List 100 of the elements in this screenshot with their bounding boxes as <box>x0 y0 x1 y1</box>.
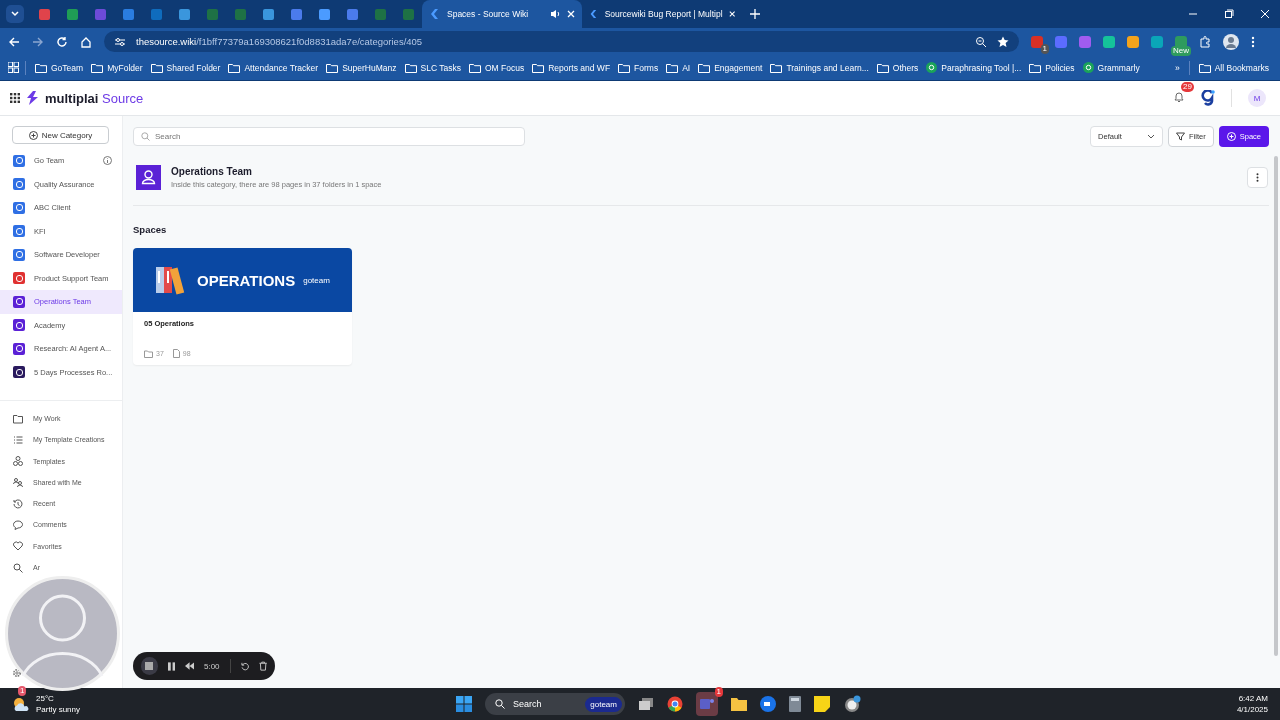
app-grid-icon[interactable] <box>10 93 20 103</box>
profile-avatar[interactable] <box>1223 33 1239 50</box>
folder-icon <box>1029 62 1042 73</box>
section-heading: Spaces <box>133 224 168 235</box>
browser-tab[interactable]: Spaces - Source Wiki <box>422 0 582 28</box>
bookmark[interactable]: Forms <box>615 62 662 73</box>
bookmark[interactable]: SuperHuManz <box>323 62 400 73</box>
folder-icon <box>532 62 545 73</box>
bookmark[interactable]: OM Focus <box>466 62 528 73</box>
restore-icon[interactable] <box>1224 9 1234 19</box>
browser-tab[interactable]: Sourcewiki Bug Report | Multipl <box>582 0 742 28</box>
temperature: 25°C <box>36 693 55 704</box>
folder-icon[interactable] <box>730 697 747 711</box>
speaker-icon[interactable] <box>550 9 561 19</box>
bookmark[interactable]: Policies <box>1026 62 1078 73</box>
taskbar-search[interactable]: Search goteam <box>484 693 625 715</box>
scrollbar[interactable] <box>1274 156 1278 656</box>
person-icon <box>136 165 161 190</box>
address-field[interactable]: thesource.wiki/f1bff77379a169308621f0d8831ada7e/categories/405 <box>104 31 1019 52</box>
calculator-icon[interactable] <box>788 696 801 712</box>
tab-title: Spaces - Source Wiki <box>447 9 530 19</box>
heart-icon <box>13 541 23 552</box>
close-icon[interactable] <box>1260 9 1270 19</box>
extension-icon[interactable] <box>1127 35 1139 48</box>
folder-icon <box>618 62 631 73</box>
extension-icon[interactable] <box>1151 35 1163 48</box>
chrome-icon[interactable] <box>666 696 683 712</box>
folder-icon <box>150 62 163 73</box>
all-bookmarks-button[interactable]: All Bookmarks <box>1195 62 1272 73</box>
search-icon <box>141 132 150 141</box>
bookmark[interactable]: Reports and WF <box>529 62 614 73</box>
g-logo-icon[interactable] <box>1201 90 1215 106</box>
clock[interactable]: 6:42 AM 4/1/2025 <box>1236 693 1268 715</box>
rewind-icon[interactable] <box>184 662 194 670</box>
zoom-icon[interactable] <box>975 35 987 48</box>
bookmark[interactable]: Grammarly <box>1079 62 1143 73</box>
weather-text: Partly sunny <box>36 704 81 715</box>
trash-icon[interactable] <box>258 661 267 671</box>
weather-badge: 1 <box>18 686 27 696</box>
stop-button[interactable] <box>141 657 158 675</box>
bookmark[interactable]: SLC Tasks <box>401 62 464 73</box>
home-icon[interactable] <box>80 35 92 48</box>
back-icon[interactable] <box>8 35 20 48</box>
bookmark[interactable]: AI <box>663 62 694 73</box>
notification-badge: 29 <box>1181 82 1194 92</box>
close-icon[interactable] <box>567 10 575 18</box>
new-tab-icon[interactable] <box>750 9 760 19</box>
tab-search-button[interactable] <box>6 5 24 23</box>
site-icon <box>926 62 938 73</box>
task-view-icon[interactable] <box>637 697 654 711</box>
info-icon[interactable] <box>103 156 112 166</box>
folder-icon <box>326 62 339 73</box>
page-icon <box>172 349 180 358</box>
close-icon[interactable] <box>728 10 735 18</box>
chevron-down-icon <box>11 11 19 17</box>
folder-icon <box>770 62 783 73</box>
extension-badge: New <box>1171 45 1191 56</box>
site-settings-icon[interactable] <box>114 36 126 47</box>
bookmark[interactable]: Engagement <box>695 62 766 73</box>
folder-icon <box>35 62 47 73</box>
space-banner: OPERATIONS goteam <box>133 248 352 312</box>
bookmark[interactable]: Paraphrasing Tool |... <box>923 62 1025 73</box>
apps-icon[interactable] <box>8 62 19 73</box>
tab-title: Sourcewiki Bug Report | Multipl <box>604 9 723 19</box>
sticky-note-icon[interactable] <box>813 696 830 712</box>
folder-icon <box>876 62 889 73</box>
search-highlight: goteam <box>585 696 622 712</box>
windows-icon[interactable] <box>455 696 472 712</box>
bookmark[interactable]: Others <box>873 62 922 73</box>
reload-icon[interactable] <box>56 35 68 48</box>
pause-icon[interactable] <box>167 661 175 671</box>
bookmark[interactable]: Trainings and Learn... <box>767 62 872 73</box>
settings-icon[interactable] <box>12 668 22 678</box>
extension-icon[interactable] <box>1103 35 1115 48</box>
bookmark[interactable]: Shared Folder <box>147 62 224 73</box>
puzzle-icon[interactable] <box>1199 35 1211 48</box>
new-category-button[interactable]: New Category <box>12 126 109 144</box>
user-avatar[interactable]: M <box>1248 89 1266 107</box>
list-icon <box>13 434 23 445</box>
app-icon[interactable] <box>842 695 861 713</box>
folder-icon <box>13 413 23 424</box>
chevron-down-icon <box>1147 134 1156 139</box>
meeting-app-icon[interactable] <box>759 696 776 712</box>
sun-cloud-icon[interactable] <box>12 696 30 712</box>
bookmark[interactable]: Attendance Tracker <box>225 62 322 73</box>
plus-circle-icon <box>1226 132 1236 141</box>
forward-icon[interactable] <box>32 35 44 48</box>
people-icon <box>13 477 23 488</box>
plus-circle-icon <box>28 130 38 140</box>
star-icon[interactable] <box>997 35 1009 48</box>
extension-badge: 1 <box>1040 43 1049 54</box>
menu-icon[interactable] <box>1251 35 1255 48</box>
bookmark[interactable]: GoTeam <box>32 62 87 73</box>
funnel-icon <box>1176 132 1186 141</box>
bell-icon[interactable] <box>1173 91 1185 103</box>
bookmark[interactable]: MyFolder <box>88 62 146 73</box>
more-bookmarks-button[interactable]: » <box>1171 62 1183 73</box>
restart-icon[interactable] <box>240 661 249 671</box>
site-icon <box>1082 62 1094 73</box>
search-field[interactable]: Search <box>133 127 525 146</box>
